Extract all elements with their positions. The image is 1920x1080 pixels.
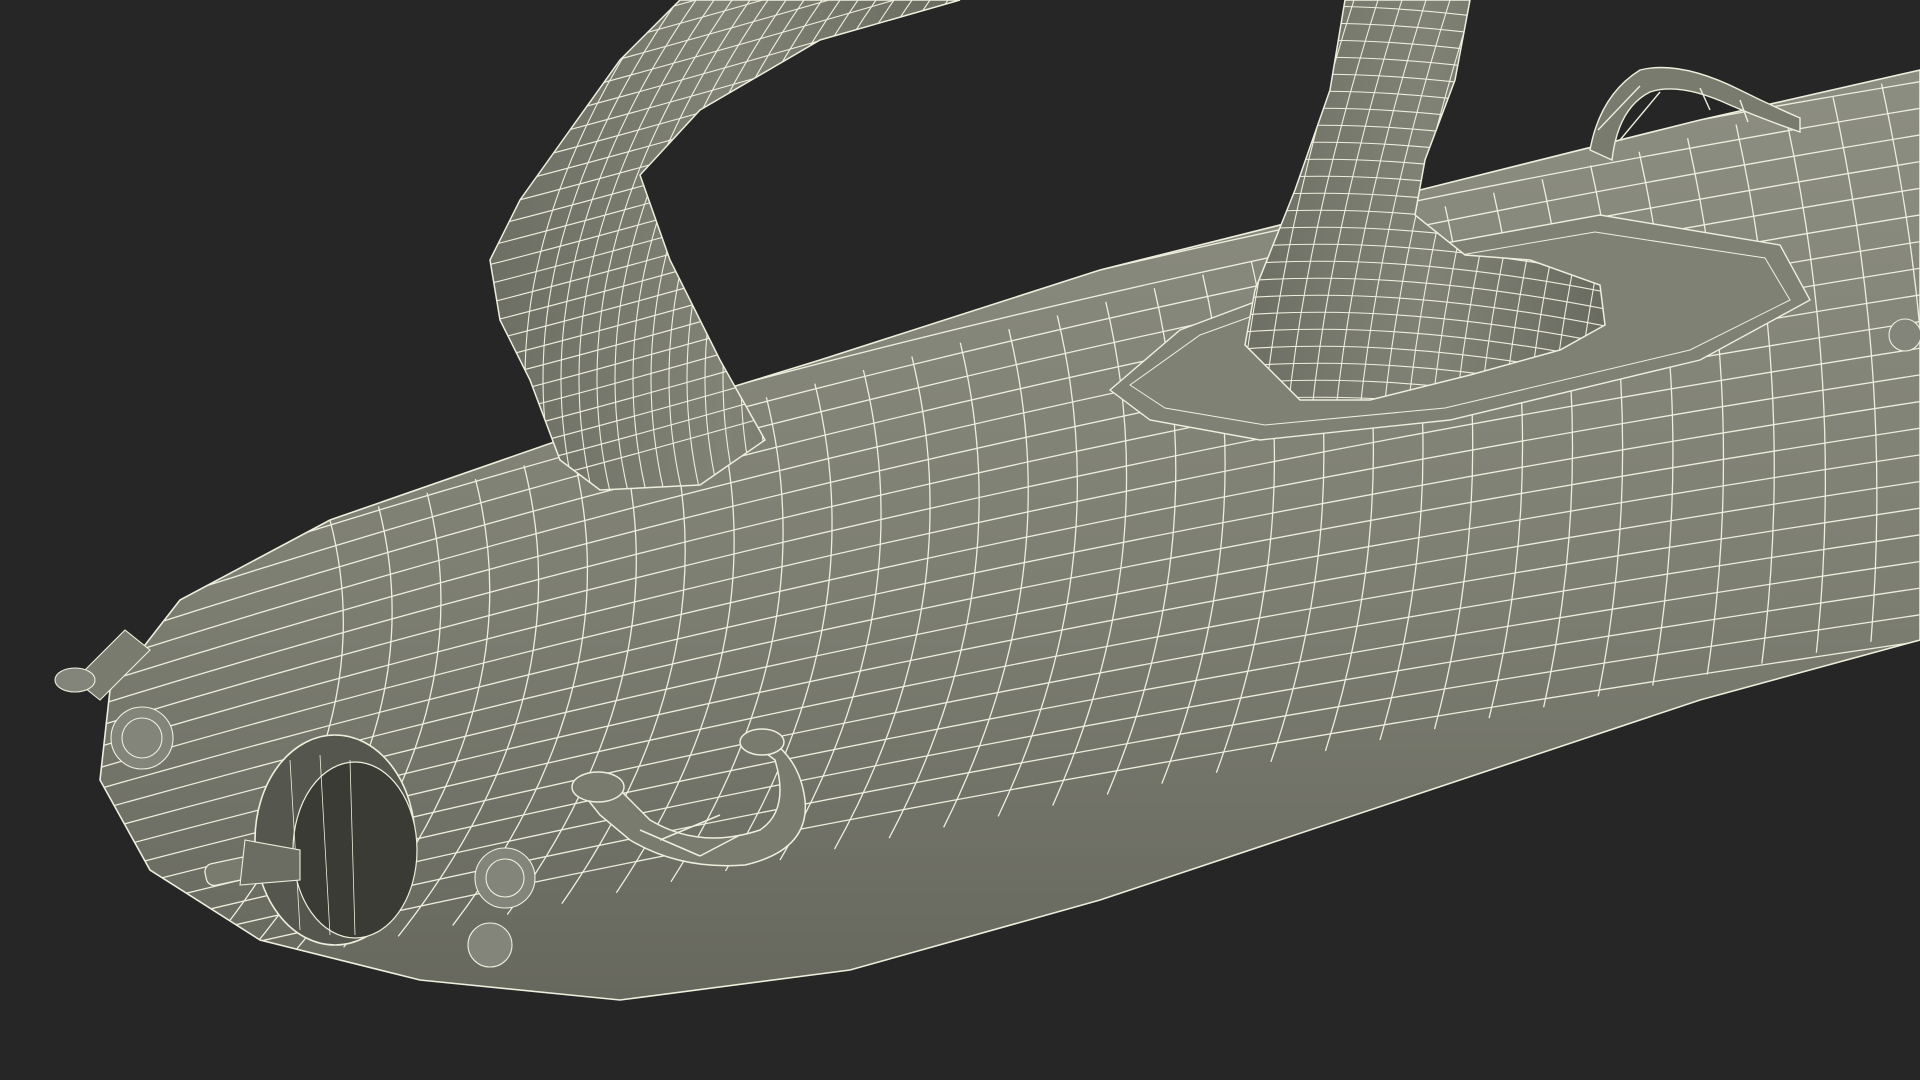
viewport-canvas[interactable] [0,0,1920,1080]
wireframe-render [54,0,1920,1001]
